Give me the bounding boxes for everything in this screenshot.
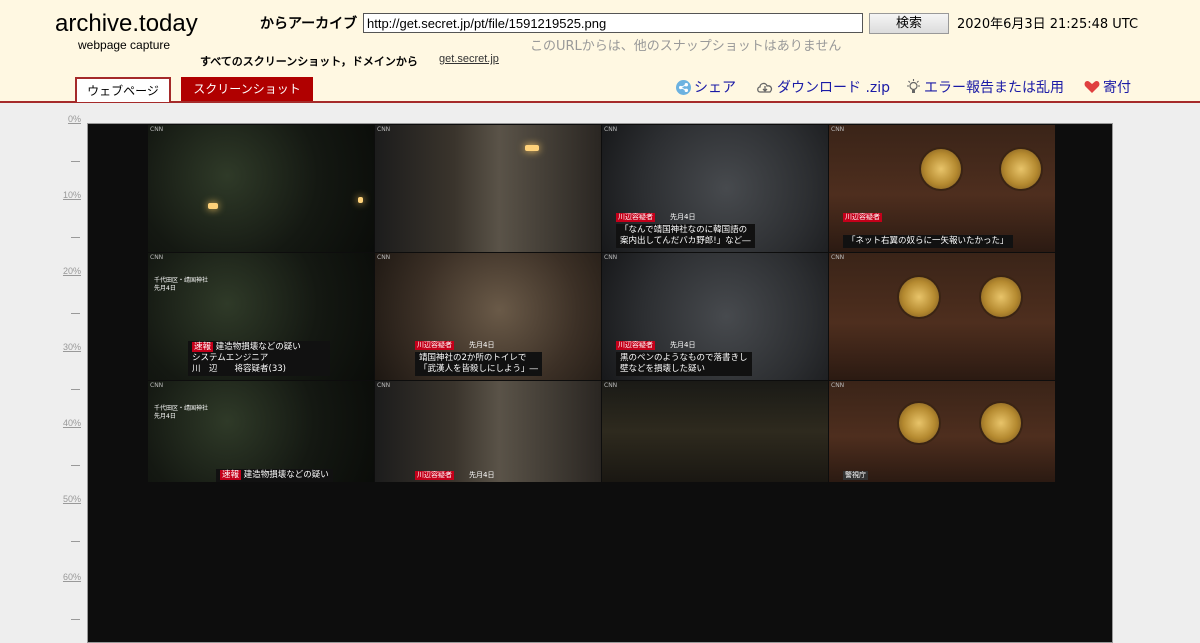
ruler-label-50[interactable]: 50% bbox=[63, 494, 81, 504]
video-frame: CNN bbox=[148, 125, 374, 252]
ruler-label-30[interactable]: 30% bbox=[63, 342, 81, 352]
url-input[interactable] bbox=[363, 13, 863, 33]
video-frame: CNN 千代田区・靖国神社 先月4日 速報 建造物損壊などの疑い システムエンジニア… bbox=[148, 253, 374, 380]
video-frame: CNN 川辺容疑者 先月4日 「なんで靖国神社なのに韓国語の 案内出してんだバカ野… bbox=[602, 125, 828, 252]
logo[interactable]: archive.today bbox=[55, 10, 198, 38]
ruler-label-10[interactable]: 10% bbox=[63, 190, 81, 200]
ruler-tick bbox=[71, 237, 80, 239]
header-divider bbox=[0, 101, 1200, 103]
all-screenshots-label: すべてのスクリーンショット，ドメインから bbox=[200, 55, 418, 68]
ruler-tick bbox=[71, 313, 80, 315]
ruler-tick bbox=[71, 541, 80, 543]
share-icon bbox=[676, 79, 691, 95]
video-frame: CNN bbox=[602, 381, 828, 482]
cloud-download-icon bbox=[756, 80, 774, 94]
screenshot-image: CNN CNN CNN 川辺容疑者 先月4日 「なんで靖国神社なのに韓国語の 案内… bbox=[148, 125, 1055, 482]
tab-screenshot[interactable]: スクリーンショット bbox=[181, 77, 313, 101]
donate-action[interactable]: 寄付 bbox=[1084, 77, 1131, 97]
no-snapshots-notice: このURLからは、他のスナップショットはありません bbox=[530, 39, 842, 54]
ruler-label-0[interactable]: 0% bbox=[68, 114, 81, 124]
report-action[interactable]: エラー報告または乱用 bbox=[906, 77, 1064, 97]
download-label: ダウンロード .zip bbox=[777, 80, 891, 96]
video-frame: CNN 川辺容疑者 先月4日 bbox=[375, 381, 601, 482]
lightbulb-icon bbox=[906, 79, 921, 95]
video-frame: CNN 警視庁 bbox=[829, 381, 1055, 482]
ruler-tick bbox=[71, 619, 80, 621]
capture-timestamp: 2020年6月3日 21:25:48 UTC bbox=[957, 17, 1139, 32]
archive-from-label: からアーカイブ bbox=[260, 16, 358, 32]
video-frame: CNN bbox=[829, 253, 1055, 380]
download-action[interactable]: ダウンロード .zip bbox=[756, 77, 890, 97]
video-frame: CNN 川辺容疑者 先月4日 靖国神社の2か所のトイレで 「武漢人を皆殺しにしよう… bbox=[375, 253, 601, 380]
report-label: エラー報告または乱用 bbox=[924, 80, 1064, 96]
ruler-tick bbox=[71, 161, 80, 163]
video-frame: CNN 川辺容疑者 「ネット右翼の奴らに一矢報いたかった」 bbox=[829, 125, 1055, 252]
logo-subtitle: webpage capture bbox=[78, 38, 171, 52]
donate-label: 寄付 bbox=[1103, 80, 1131, 96]
ruler-label-20[interactable]: 20% bbox=[63, 266, 81, 276]
share-label: シェア bbox=[694, 80, 736, 96]
video-frame: CNN 川辺容疑者 先月4日 黒のペンのようなもので落書きし 壁などを損壊した疑い bbox=[602, 253, 828, 380]
domain-link[interactable]: get.secret.jp bbox=[439, 53, 499, 65]
share-action[interactable]: シェア bbox=[676, 77, 736, 97]
search-button[interactable]: 検索 bbox=[869, 13, 949, 34]
video-frame: CNN 千代田区・靖国神社 先月4日 速報 建造物損壊などの疑い bbox=[148, 381, 374, 482]
heart-icon bbox=[1084, 80, 1100, 94]
ruler-tick bbox=[71, 389, 80, 391]
video-frame: CNN bbox=[375, 125, 601, 252]
ruler-label-40[interactable]: 40% bbox=[63, 418, 81, 428]
tab-webpage[interactable]: ウェブページ bbox=[75, 77, 171, 102]
ruler-label-60[interactable]: 60% bbox=[63, 572, 81, 582]
ruler-tick bbox=[71, 465, 80, 467]
